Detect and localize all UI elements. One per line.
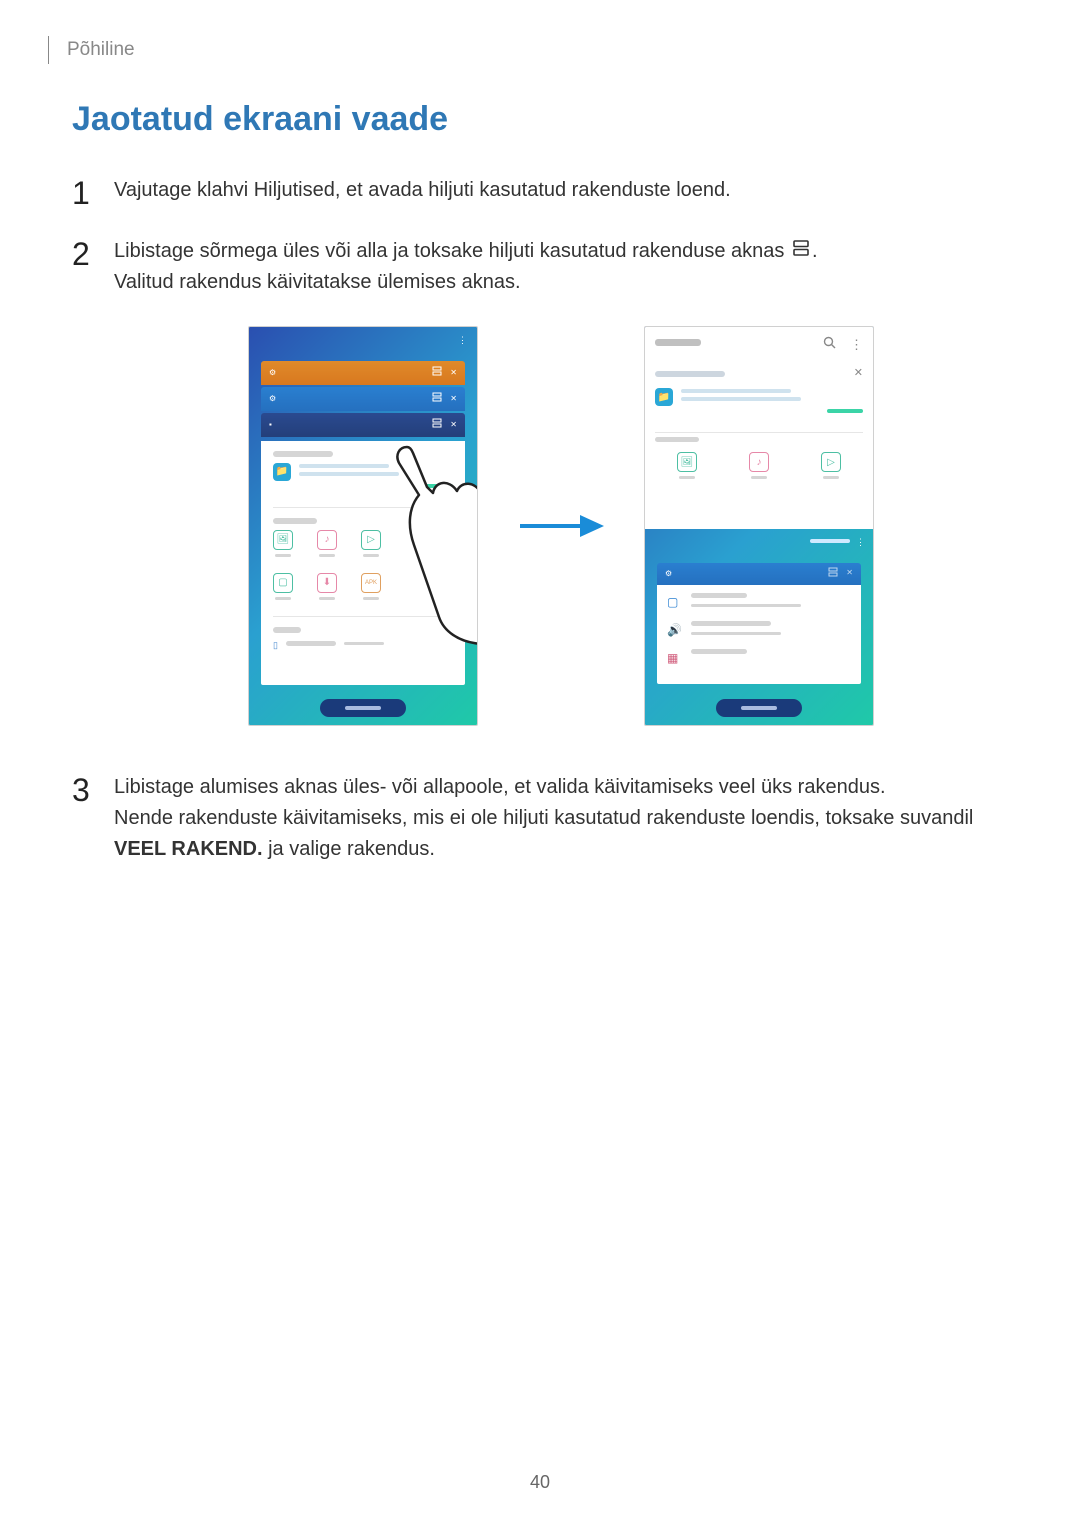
step-2-text-dot: . — [812, 240, 818, 262]
apk-icon: APK — [361, 573, 381, 593]
split-icon — [432, 418, 442, 432]
step-3-text-b-pre: Nende rakenduste käivitamiseks, mis ei o… — [114, 807, 973, 829]
recent-app-card: ⚙ ✕ — [261, 387, 465, 411]
step-3-text-b-post: ja valige rakendus. — [263, 838, 435, 860]
step-2: Libistage sõrmega üles või alla ja toksa… — [72, 236, 1008, 726]
folder-icon: 📁 — [655, 388, 673, 406]
close-icon: ✕ — [450, 419, 457, 431]
step-1: Vajutage klahvi Hiljutised, et avada hil… — [72, 175, 1008, 206]
arrow-icon — [518, 511, 604, 541]
search-icon — [823, 335, 836, 355]
video-icon: ▷ — [361, 530, 381, 550]
image-icon: 🖼 — [677, 452, 697, 472]
split-icon — [432, 366, 442, 380]
close-icon: ✕ — [846, 567, 853, 581]
split-icon — [432, 392, 442, 406]
more-icon: ⋮ — [850, 335, 863, 355]
step-3: Libistage alumises aknas üles- või allap… — [72, 772, 1008, 865]
audio-icon: ♪ — [749, 452, 769, 472]
recent-app-card: ⚙ ✕ — [261, 361, 465, 385]
close-icon: ✕ — [450, 367, 457, 379]
step-2-text-c: Valitud rakendus käivitatakse ülemises a… — [114, 271, 521, 293]
page-content: Jaotatud ekraani vaade Vajutage klahvi H… — [72, 100, 1008, 895]
illustration-row: ⋮ ⚙ ✕ ⚙ — [114, 326, 1008, 726]
step-2-text-a: Libistage sõrmega üles või alla ja toksa… — [114, 240, 790, 262]
page-number: 40 — [0, 1472, 1080, 1493]
step-3-text-b-bold: VEEL RAKEND. — [114, 838, 263, 860]
statusbar-menu-icon: ⋮ — [249, 327, 477, 355]
sound-icon: 🔊 — [667, 621, 681, 640]
step-3-text-a: Libistage alumises aknas üles- või allap… — [114, 776, 886, 798]
sim-icon: ▢ — [667, 593, 681, 612]
recent-app-card: ▪ ✕ — [261, 413, 465, 437]
steps-list: Vajutage klahvi Hiljutised, et avada hil… — [72, 175, 1008, 865]
download-icon: ⬇ — [317, 573, 337, 593]
breadcrumb: Põhiline — [48, 36, 135, 64]
split-icon — [828, 567, 838, 581]
step-1-text: Vajutage klahvi Hiljutised, et avada hil… — [114, 179, 731, 201]
close-icon: ✕ — [450, 393, 457, 405]
section-title: Jaotatud ekraani vaade — [72, 100, 1008, 139]
screenshot-splitview: ⋮ ✕ 📁 — [644, 326, 874, 726]
split-screen-icon — [792, 236, 810, 267]
hand-illustration — [379, 437, 478, 657]
screenshot-recents: ⋮ ⚙ ✕ ⚙ — [248, 326, 478, 726]
image-icon: 🖼 — [273, 530, 293, 550]
close-all-button — [320, 699, 406, 717]
video-icon: ▷ — [821, 452, 841, 472]
notif-icon: ▦ — [667, 649, 681, 668]
audio-icon: ♪ — [317, 530, 337, 550]
more-icon: ⋮ — [856, 536, 865, 550]
doc-icon: ▢ — [273, 573, 293, 593]
folder-icon: 📁 — [273, 463, 291, 481]
breadcrumb-divider — [48, 36, 49, 64]
breadcrumb-text: Põhiline — [67, 39, 135, 61]
storage-icon: ▯ — [273, 639, 278, 653]
close-icon: ✕ — [854, 365, 863, 382]
close-all-button — [716, 699, 802, 717]
